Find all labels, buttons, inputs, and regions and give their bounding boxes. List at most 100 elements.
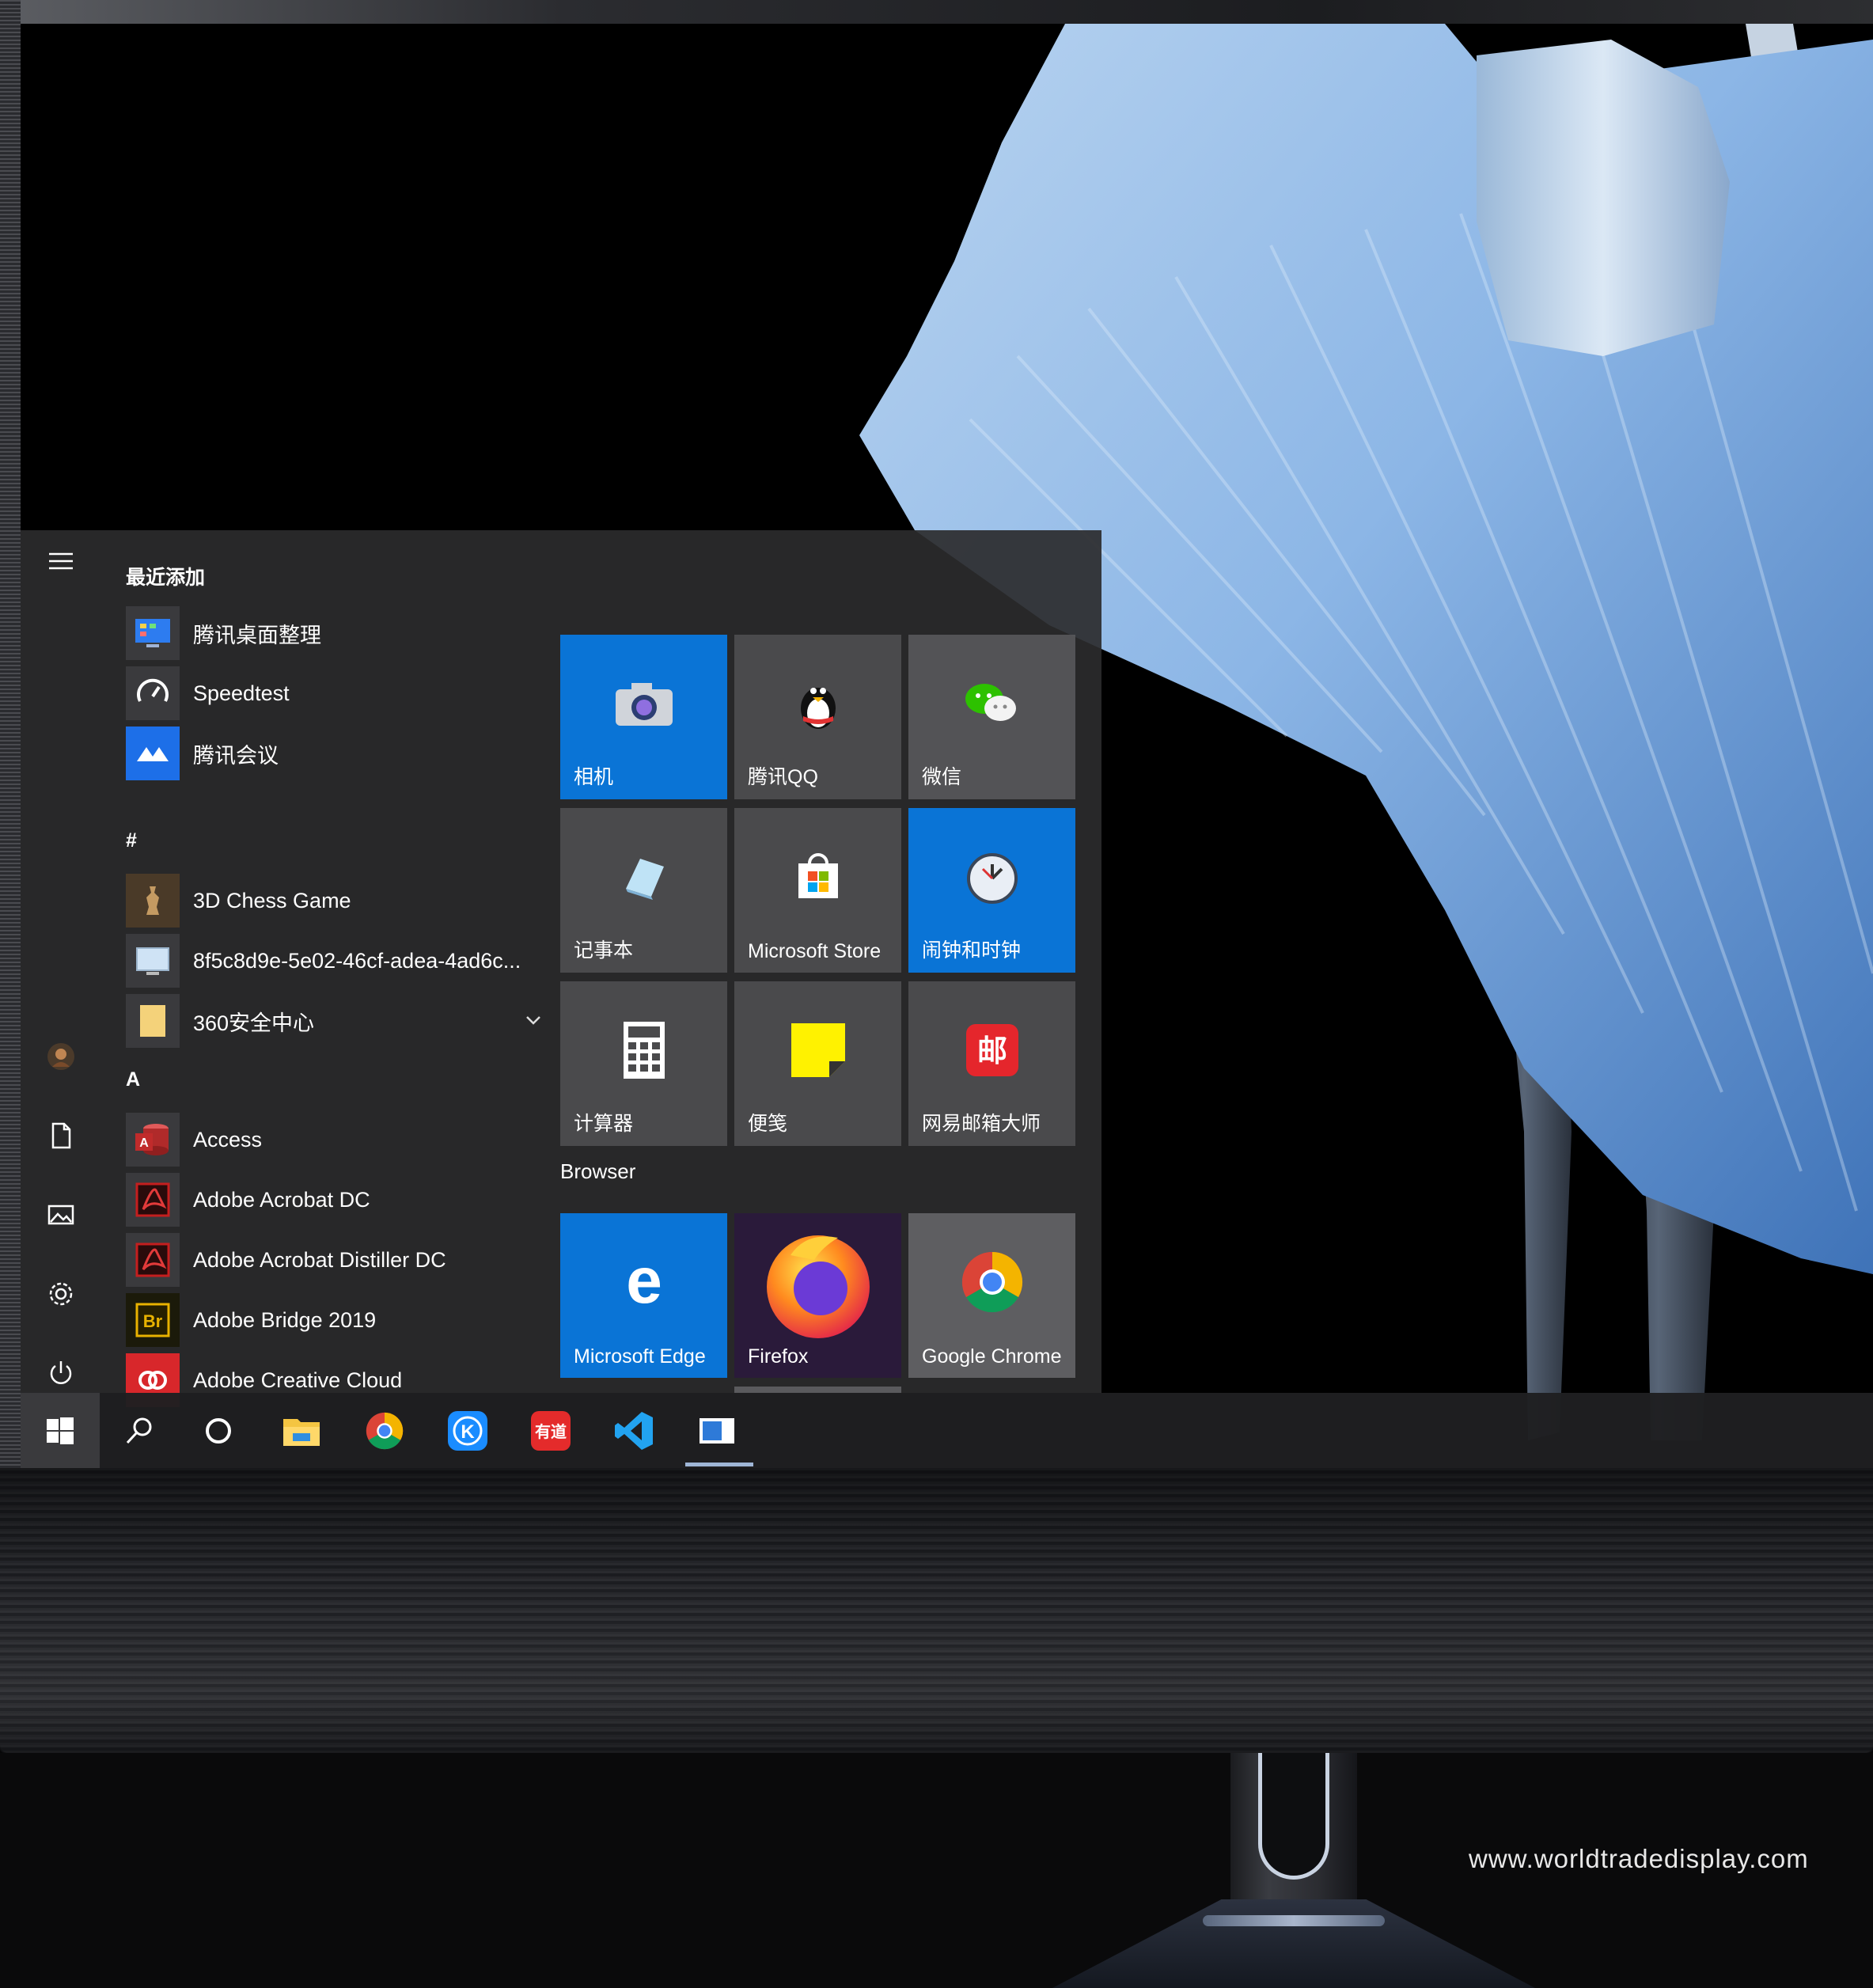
- app-label: 3D Chess Game: [193, 888, 351, 912]
- chess-game-icon: [126, 874, 180, 928]
- power-button[interactable]: [41, 1353, 81, 1393]
- app-list-item[interactable]: 腾讯桌面整理: [126, 605, 545, 662]
- kugou-button[interactable]: K: [428, 1393, 507, 1468]
- app-label: 360安全中心: [193, 1011, 315, 1035]
- search-icon: [126, 1417, 152, 1444]
- app-list-item[interactable]: Br Adobe Bridge 2019: [126, 1292, 545, 1349]
- user-avatar-button[interactable]: [41, 1037, 81, 1076]
- svg-text:Br: Br: [143, 1311, 163, 1331]
- cortana-icon: [206, 1417, 231, 1444]
- start-button[interactable]: [21, 1393, 100, 1468]
- tile-partial[interactable]: [734, 1387, 901, 1393]
- recent-heading: 最近添加: [126, 567, 206, 589]
- taskbar: K 有道: [21, 1393, 1873, 1468]
- cortana-button[interactable]: [179, 1393, 258, 1468]
- acrobat-distiller-icon: [126, 1233, 180, 1287]
- settings-button[interactable]: [41, 1274, 81, 1314]
- monitor-left-bezel: [0, 0, 21, 1468]
- tile-netease-mail[interactable]: 邮 网易邮箱大师: [908, 981, 1075, 1146]
- vscode-button[interactable]: [594, 1393, 673, 1468]
- calculator-icon: [560, 1015, 727, 1086]
- chrome-taskbar-button[interactable]: [345, 1393, 424, 1468]
- tile-notepad[interactable]: 记事本: [560, 808, 727, 973]
- tile-label: Google Chrome: [922, 1345, 1062, 1368]
- search-button[interactable]: [100, 1393, 179, 1468]
- wechat-icon: [908, 668, 1075, 739]
- tile-wechat[interactable]: 微信: [908, 635, 1075, 799]
- edge-icon: e: [560, 1246, 727, 1318]
- app-window-icon: [700, 1417, 734, 1444]
- tile-sticky-notes[interactable]: 便笺: [734, 981, 901, 1146]
- monitor-stand-highlight: [1203, 1915, 1385, 1926]
- windows-start-icon: [47, 1417, 74, 1444]
- app-list-item[interactable]: 8f5c8d9e-5e02-46cf-adea-4ad6c...: [126, 932, 545, 989]
- alarm-clock-icon: [908, 841, 1075, 912]
- watermark-text: www.worldtradedisplay.com: [1469, 1844, 1809, 1873]
- youdao-icon: 有道: [531, 1410, 571, 1451]
- tencent-meeting-icon: [126, 727, 180, 780]
- kugou-letter: K: [461, 1421, 475, 1443]
- picture-icon: [47, 1205, 74, 1225]
- firefox-icon: [734, 1227, 901, 1338]
- tile-label: 记事本: [574, 939, 634, 962]
- app-label: 8f5c8d9e-5e02-46cf-adea-4ad6c...: [193, 948, 521, 973]
- tile-microsoft-store[interactable]: Microsoft Store: [734, 808, 901, 973]
- app-label: Speedtest: [193, 681, 290, 705]
- sticky-notes-icon: [734, 1015, 901, 1086]
- bridge-icon: Br: [126, 1293, 180, 1347]
- active-app-indicator: [685, 1463, 753, 1466]
- documents-button[interactable]: [41, 1116, 81, 1155]
- tile-alarms-clock[interactable]: 闹钟和时钟: [908, 808, 1075, 973]
- app-label: Adobe Bridge 2019: [193, 1307, 377, 1332]
- tile-label: 网易邮箱大师: [922, 1113, 1041, 1135]
- generic-app-icon: [126, 934, 180, 988]
- tile-calculator[interactable]: 计算器: [560, 981, 727, 1146]
- chevron-down-icon[interactable]: [521, 1008, 545, 1032]
- app-list-item[interactable]: 腾讯会议: [126, 725, 545, 782]
- monitor-stand-cable-hole: [1258, 1753, 1329, 1880]
- gear-icon: [49, 1282, 73, 1306]
- folder-icon: [126, 994, 180, 1048]
- tile-microsoft-edge[interactable]: e Microsoft Edge: [560, 1213, 727, 1378]
- chrome-icon: [908, 1246, 1075, 1318]
- browser-group-heading[interactable]: Browser: [560, 1159, 635, 1184]
- qq-penguin-icon: [734, 668, 901, 739]
- hash-heading: #: [126, 829, 137, 852]
- a-heading: A: [126, 1068, 141, 1091]
- kugou-icon: K: [448, 1410, 487, 1451]
- svg-text:e: e: [626, 1250, 662, 1314]
- monitor-top-bezel: [0, 0, 1873, 24]
- app-list-item[interactable]: A Access: [126, 1111, 545, 1168]
- app-label: Adobe Creative Cloud: [193, 1368, 403, 1392]
- access-icon: A: [126, 1113, 180, 1167]
- youdao-text: 有道: [535, 1422, 567, 1441]
- acrobat-icon: [126, 1173, 180, 1227]
- app-list-item[interactable]: 360安全中心: [126, 992, 545, 1049]
- camera-icon: [560, 668, 727, 739]
- store-icon: [734, 841, 901, 912]
- notepad-icon: [560, 841, 727, 912]
- tile-label: 相机: [574, 766, 614, 788]
- tile-camera[interactable]: 相机: [560, 635, 727, 799]
- file-explorer-button[interactable]: [262, 1393, 341, 1468]
- pictures-button[interactable]: [41, 1195, 81, 1235]
- hamburger-menu-button[interactable]: [41, 541, 81, 581]
- tile-google-chrome[interactable]: Google Chrome: [908, 1213, 1075, 1378]
- svg-text:邮: 邮: [976, 1034, 1007, 1068]
- speedtest-icon: [126, 666, 180, 720]
- hamburger-icon: [49, 552, 73, 570]
- tile-firefox[interactable]: Firefox: [734, 1213, 901, 1378]
- tile-label: 计算器: [574, 1113, 634, 1135]
- document-icon: [51, 1122, 71, 1149]
- app-list-item[interactable]: Speedtest: [126, 665, 545, 722]
- app-list-item[interactable]: Adobe Acrobat Distiller DC: [126, 1231, 545, 1288]
- app-window-button[interactable]: [677, 1393, 756, 1468]
- youdao-button[interactable]: 有道: [511, 1393, 590, 1468]
- app-list-item[interactable]: 3D Chess Game: [126, 872, 545, 929]
- netease-mail-icon: 邮: [908, 1015, 1075, 1086]
- tile-qq[interactable]: 腾讯QQ: [734, 635, 901, 799]
- app-list-item[interactable]: Adobe Acrobat DC: [126, 1171, 545, 1228]
- tile-label: Firefox: [748, 1345, 809, 1368]
- tile-label: 便笺: [748, 1113, 788, 1135]
- tile-label: Microsoft Store: [748, 940, 882, 962]
